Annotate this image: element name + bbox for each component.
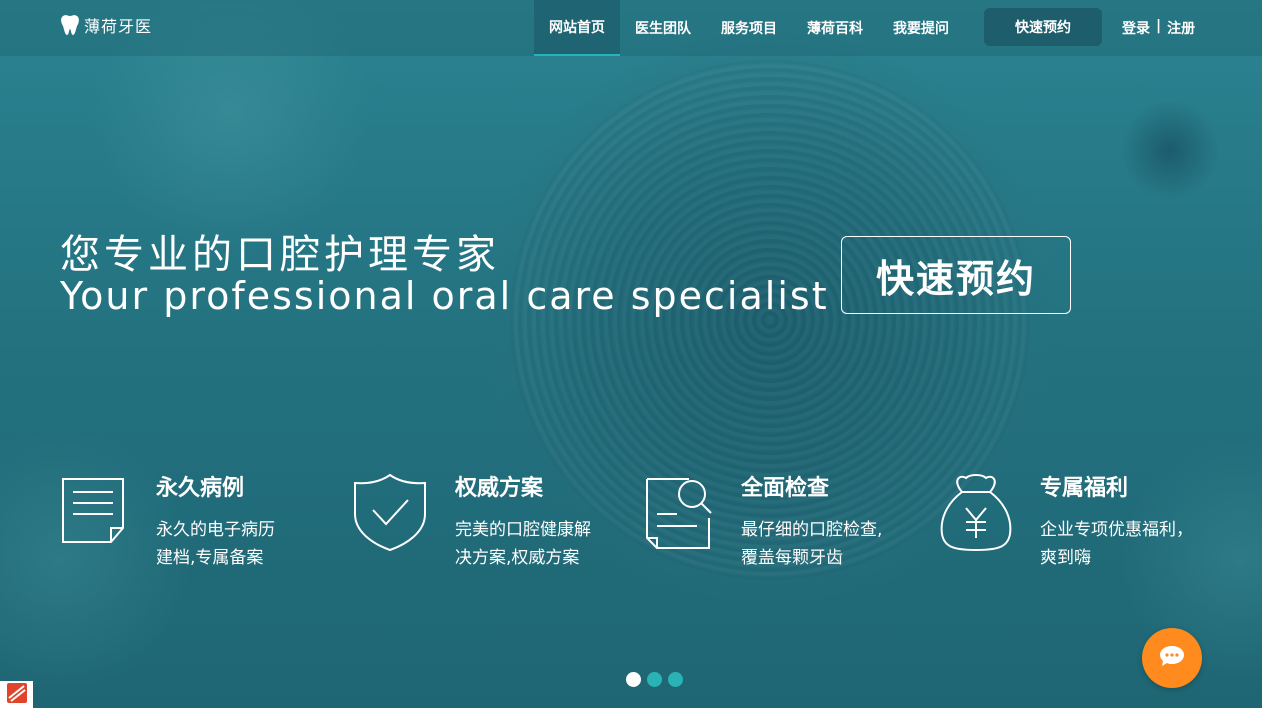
document-search-icon — [645, 470, 725, 560]
nav-item-services[interactable]: 服务项目 — [706, 0, 792, 56]
feature-title: 全面检查 — [741, 476, 830, 501]
site-logo[interactable]: 薄荷牙医 — [60, 13, 152, 37]
feature-item-records: 永久病例 永久的电子病历 建档,专属备案 — [60, 470, 331, 572]
logo-text: 薄荷牙医 — [84, 17, 153, 36]
feature-desc-line: 建档,专属备案 — [156, 548, 264, 568]
hero-background — [0, 0, 1262, 708]
feature-description: 企业专项优惠福利， 爽到嗨 — [1040, 516, 1215, 572]
top-navbar: 薄荷牙医 网站首页 医生团队 服务项目 薄荷百科 我要提问 快速预约 登录 | … — [0, 0, 1262, 56]
register-link[interactable]: 注册 — [1167, 18, 1195, 38]
money-bag-icon — [938, 470, 1018, 560]
hero-appointment-button[interactable]: 快速预约 — [841, 236, 1071, 314]
feature-title: 专属福利 — [1040, 476, 1129, 501]
feature-description: 完美的口腔健康解 决方案,权威方案 — [455, 516, 630, 572]
slider-dot-3[interactable] — [668, 672, 683, 687]
feature-description: 永久的电子病历 建档,专属备案 — [156, 516, 331, 572]
nav-item-wiki[interactable]: 薄荷百科 — [792, 0, 878, 56]
widget-logo-icon — [6, 682, 28, 708]
corner-widget[interactable] — [0, 681, 33, 708]
feature-desc-line: 完美的口腔健康解 — [455, 520, 591, 540]
feature-item-checkup: 全面检查 最仔细的口腔检查, 覆盖每颗牙齿 — [645, 470, 916, 572]
feature-desc-line: 爽到嗨 — [1040, 548, 1091, 568]
feature-title: 权威方案 — [455, 476, 544, 501]
login-link[interactable]: 登录 — [1122, 18, 1150, 38]
feature-desc-line: 企业专项优惠福利， — [1040, 520, 1193, 540]
feature-item-benefits: 专属福利 企业专项优惠福利， 爽到嗨 — [938, 470, 1215, 572]
hero-title-en: Your professional oral care specialist — [60, 274, 829, 318]
nav-item-doctors[interactable]: 医生团队 — [620, 0, 706, 56]
chat-button[interactable] — [1142, 628, 1202, 688]
feature-desc-line: 永久的电子病历 — [156, 520, 275, 540]
feature-desc-line: 覆盖每颗牙齿 — [741, 548, 843, 568]
nav-item-home[interactable]: 网站首页 — [534, 0, 620, 56]
feature-desc-line: 最仔细的口腔检查, — [741, 520, 883, 540]
hero-title-cn: 您专业的口腔护理专家 — [60, 232, 500, 278]
nav-item-ask[interactable]: 我要提问 — [878, 0, 964, 56]
feature-description: 最仔细的口腔检查, 覆盖每颗牙齿 — [741, 516, 916, 572]
auth-separator: | — [1156, 18, 1162, 34]
auth-links: 登录 | 注册 — [1122, 18, 1195, 38]
chat-bubble-icon — [1159, 645, 1185, 671]
quick-appointment-button[interactable]: 快速预约 — [984, 8, 1102, 46]
shield-check-icon — [353, 470, 433, 560]
slider-dot-2[interactable] — [647, 672, 662, 687]
feature-title: 永久病例 — [156, 476, 245, 501]
main-nav: 网站首页 医生团队 服务项目 薄荷百科 我要提问 — [534, 0, 964, 56]
document-icon — [60, 470, 140, 560]
feature-desc-line: 决方案,权威方案 — [455, 548, 580, 568]
slider-dots — [626, 672, 683, 687]
feature-item-plans: 权威方案 完美的口腔健康解 决方案,权威方案 — [353, 470, 630, 572]
slider-dot-1[interactable] — [626, 672, 641, 687]
tooth-icon — [60, 14, 80, 36]
